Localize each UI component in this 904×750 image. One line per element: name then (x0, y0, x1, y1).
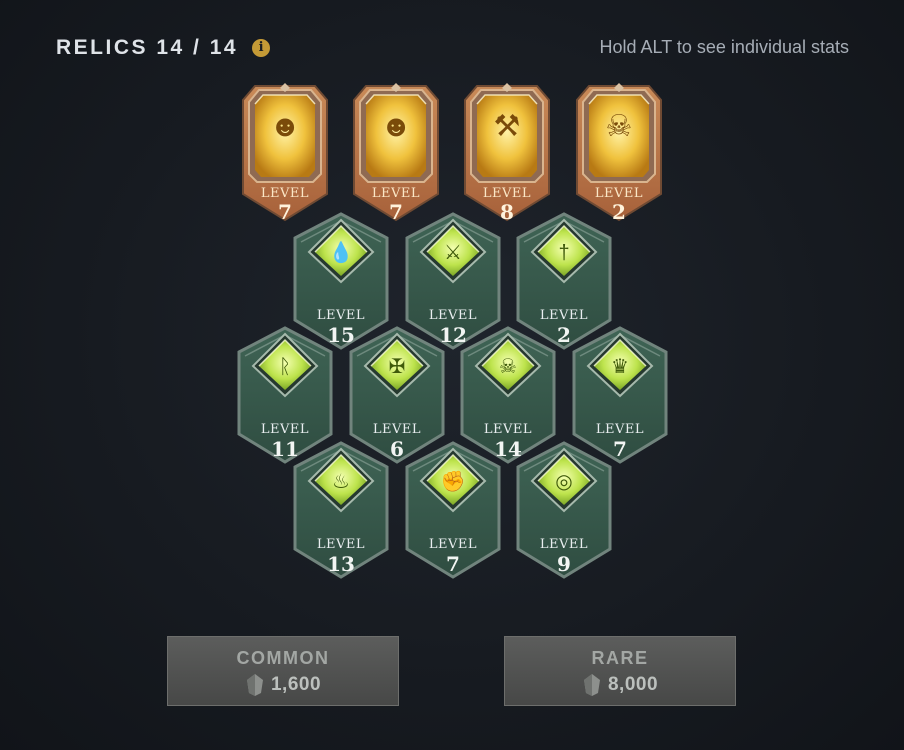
relic-slot-rare-2[interactable]: ☻ LEVEL 7 (346, 82, 446, 224)
relic-slot-common-8[interactable]: ♨ LEVEL 13 (291, 441, 391, 581)
relic-level-label: LEVEL (482, 186, 532, 201)
bones-icon: ✠ (388, 356, 406, 378)
crown-icon: ♛ (611, 356, 629, 378)
relic-level-label: LEVEL (316, 308, 366, 323)
relic-grid: ☻ LEVEL 7 ☻ LEVEL 7 ⚒ LEVEL 8 ☠ LEVEL 2 … (0, 0, 904, 750)
relic-level-label: LEVEL (594, 186, 644, 201)
rare-cost: 8,000 (582, 673, 658, 697)
buy-rare-button[interactable]: RARE 8,000 (504, 636, 736, 706)
common-button-label: COMMON (236, 648, 330, 668)
relic-slot-rare-3[interactable]: ⚒ LEVEL 8 (457, 82, 557, 224)
fist-icon: ✊ (440, 471, 466, 493)
relic-level-label: LEVEL (483, 422, 533, 437)
relic-level-label: LEVEL (316, 537, 366, 552)
relic-level-value: 9 (557, 552, 571, 576)
cheering-face-icon: ☻ (380, 110, 412, 143)
relic-slot-common-9[interactable]: ✊ LEVEL 7 (403, 441, 503, 581)
relic-level-label: LEVEL (539, 537, 589, 552)
droplet-icon: 💧 (328, 242, 354, 264)
relic-level-label: LEVEL (372, 422, 422, 437)
buy-common-button[interactable]: COMMON 1,600 (167, 636, 399, 706)
relic-level-value: 13 (327, 552, 355, 576)
shard-icon (246, 674, 263, 696)
flame-icon: ♨ (332, 471, 350, 493)
relic-level-label: LEVEL (539, 308, 589, 323)
relic-slot-rare-1[interactable]: ☻ LEVEL 7 (235, 82, 335, 224)
common-cost: 1,600 (245, 673, 321, 697)
relic-level-value: 7 (446, 552, 460, 576)
rare-cost-value: 8,000 (607, 674, 659, 695)
skull-icon: ☠ (499, 356, 517, 378)
crossed-swords-icon: ⚔ (444, 242, 462, 264)
dagger-icon: † (558, 242, 570, 264)
rare-button-label: RARE (591, 648, 649, 668)
relic-level-label: LEVEL (428, 308, 478, 323)
relic-level-label: LEVEL (595, 422, 645, 437)
relic-level-label: LEVEL (260, 186, 310, 201)
common-cost-value: 1,600 (270, 674, 322, 695)
relic-level-label: LEVEL (371, 186, 421, 201)
shard-icon (583, 674, 600, 696)
coins-icon: ◎ (555, 471, 573, 493)
relic-level-label: LEVEL (428, 537, 478, 552)
cheering-face-icon: ☻ (269, 110, 301, 143)
relic-slot-common-10[interactable]: ◎ LEVEL 9 (514, 441, 614, 581)
skull-scythe-icon: ☠ (605, 110, 633, 143)
crossed-axes-icon: ⚒ (493, 110, 521, 143)
runes-icon: ᚱ (279, 356, 291, 378)
relic-slot-rare-4[interactable]: ☠ LEVEL 2 (569, 82, 669, 224)
relic-level-label: LEVEL (260, 422, 310, 437)
